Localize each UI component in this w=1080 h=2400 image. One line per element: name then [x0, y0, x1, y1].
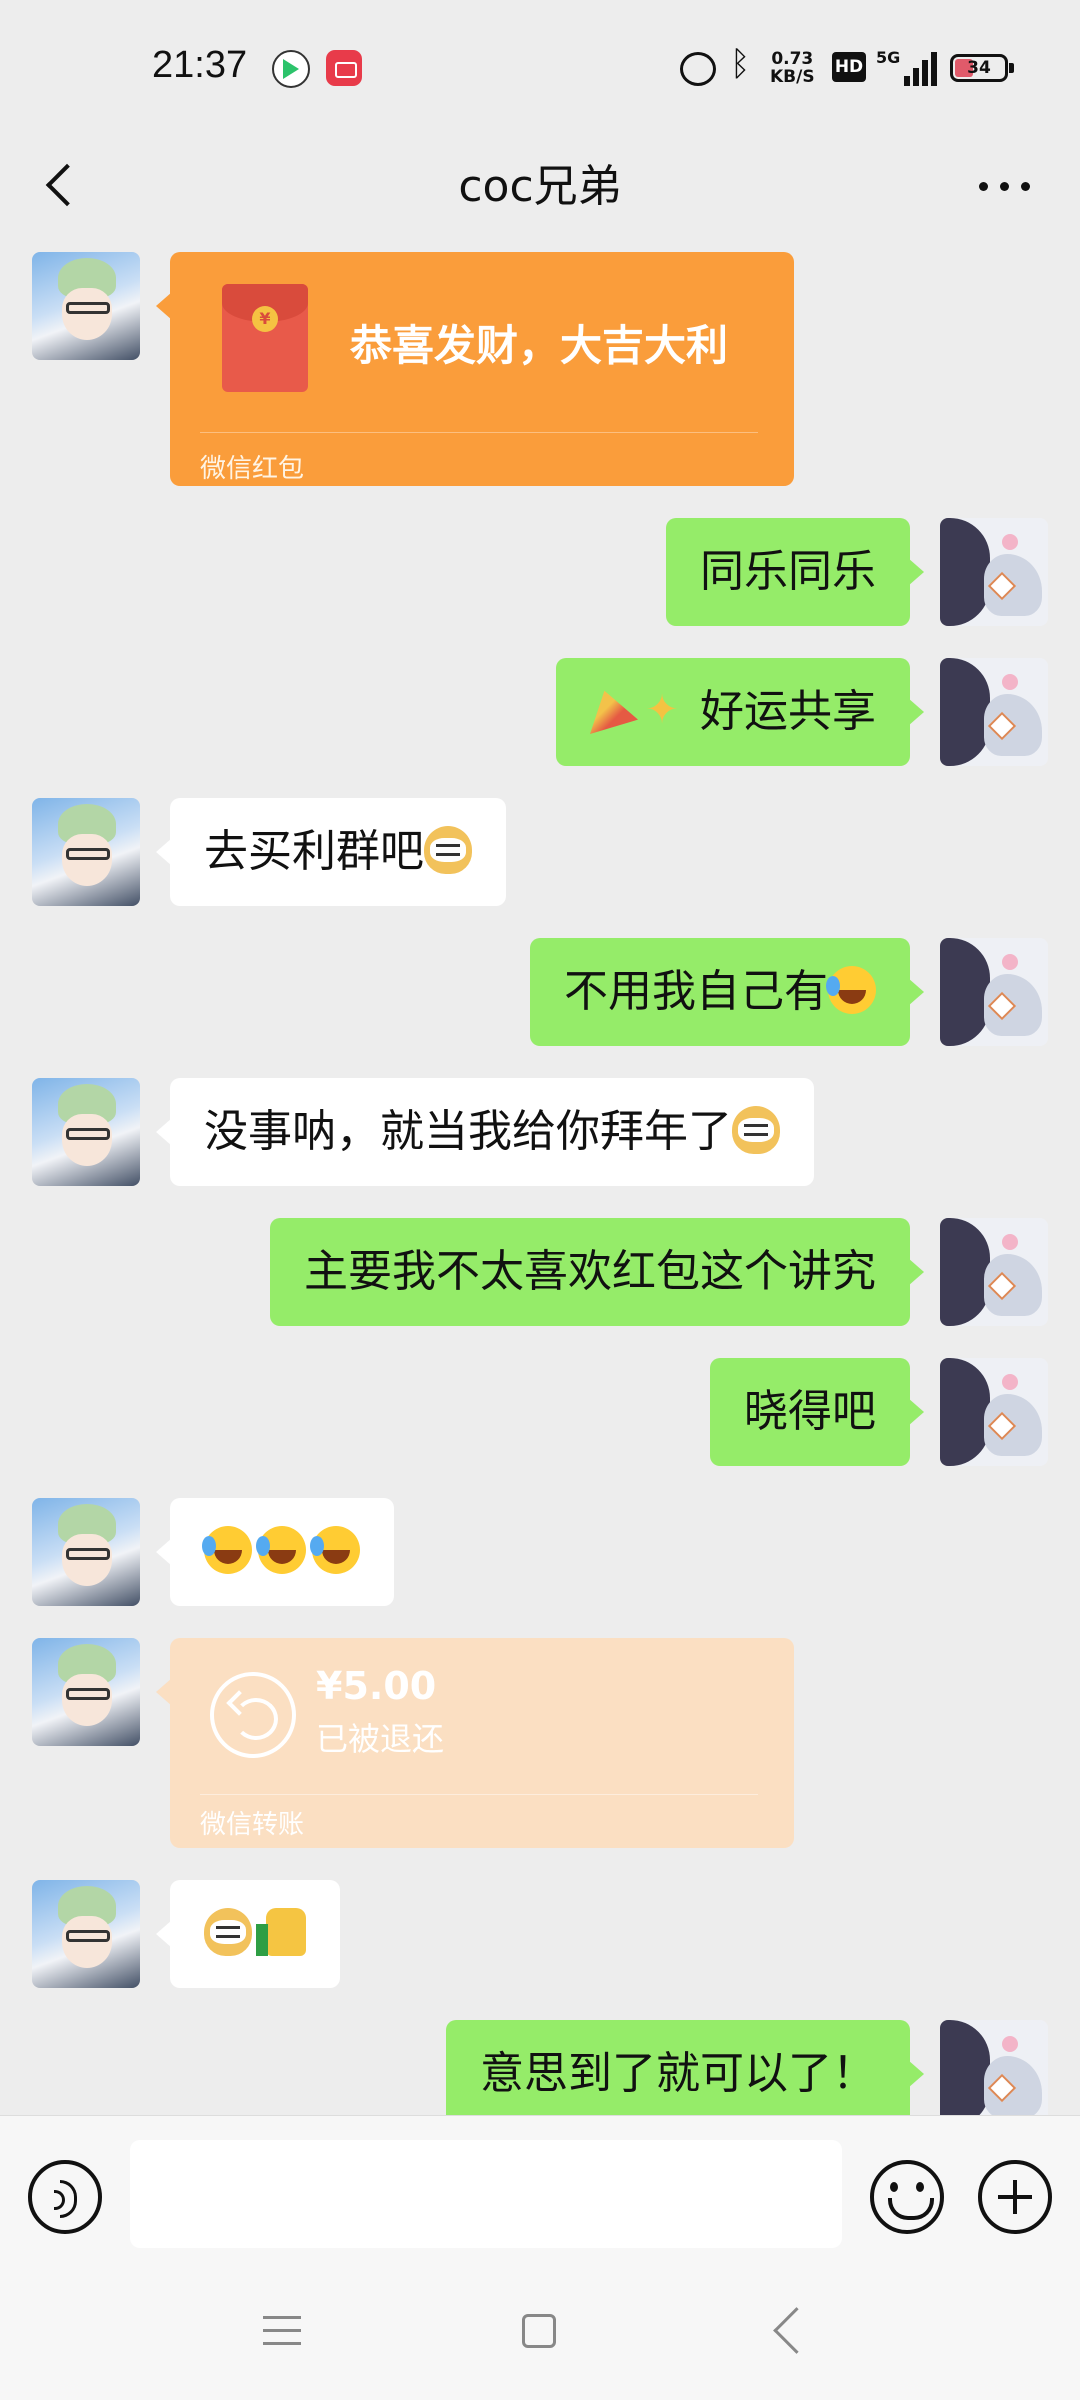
battery-level: 34 [967, 58, 991, 78]
transfer-amount: ¥5.00 [316, 1664, 437, 1708]
laugh-cry-icon [826, 966, 876, 1014]
net-speed-value: 0.73 [771, 49, 814, 69]
video-app-icon [272, 50, 310, 88]
red-packet-icon [222, 284, 308, 392]
contact-avatar[interactable] [32, 252, 140, 360]
contact-avatar[interactable] [32, 798, 140, 906]
alarm-icon [680, 52, 716, 86]
laugh-cry-icon [256, 1526, 306, 1574]
more-icon[interactable] [975, 170, 1035, 200]
divider [200, 432, 758, 433]
sparkles-icon: ✦ [645, 687, 679, 733]
doge-icon [732, 1106, 780, 1154]
message-text: 不用我自己有 [564, 966, 828, 1017]
voice-icon[interactable] [28, 2160, 102, 2234]
status-time: 21:37 [152, 44, 248, 86]
contact-avatar[interactable] [32, 1078, 140, 1186]
self-avatar[interactable] [940, 1218, 1048, 1326]
message-text: 没事呐，就当我给你拜年了 [204, 1106, 732, 1157]
message-text: 主要我不太喜欢红包这个讲究 [304, 1246, 876, 1297]
system-nav-bar [0, 2270, 1080, 2400]
message-input[interactable] [130, 2140, 842, 2248]
transfer-status: 已被退还 [316, 1720, 445, 1758]
screen-record-icon [326, 50, 362, 86]
contact-avatar[interactable] [32, 1880, 140, 1988]
message-bubble[interactable]: 主要我不太喜欢红包这个讲究 [270, 1218, 924, 1326]
net-speed: 0.73 KB/S [770, 50, 815, 94]
message-text: 好运共享 [700, 686, 876, 737]
recent-apps-icon[interactable] [263, 2314, 301, 2348]
transfer-returned-icon [210, 1672, 296, 1758]
divider [200, 1794, 758, 1795]
input-bar [0, 2115, 1080, 2270]
bluetooth-icon: ᛒ [730, 44, 751, 84]
contact-avatar[interactable] [32, 1638, 140, 1746]
message-bubble[interactable]: 去买利群吧 [156, 798, 506, 906]
transfer-message[interactable]: ¥5.00 已被退还 微信转账 [156, 1638, 794, 1848]
signal-icon [900, 52, 937, 86]
emoji-icon[interactable] [870, 2160, 944, 2234]
self-avatar[interactable] [940, 518, 1048, 626]
red-packet-greeting: 恭喜发财，大吉大利 [350, 321, 729, 370]
battery-icon: 34 [950, 54, 1014, 82]
message-bubble[interactable]: 晓得吧 [710, 1358, 924, 1466]
red-packet-label: 微信红包 [200, 454, 305, 484]
status-bar: 21:37 ᛒ 0.73 KB/S HD 5G 34 [0, 0, 1080, 130]
message-bubble[interactable]: 不用我自己有 [530, 938, 924, 1046]
party-popper-icon [590, 690, 638, 734]
net-speed-unit: KB/S [770, 67, 815, 87]
self-avatar[interactable] [940, 938, 1048, 1046]
contact-avatar[interactable] [32, 1498, 140, 1606]
doge-icon [424, 826, 472, 874]
network-type: 5G [876, 48, 901, 67]
home-icon[interactable] [522, 2314, 556, 2348]
message-bubble[interactable]: 没事呐，就当我给你拜年了 [156, 1078, 814, 1186]
laugh-cry-icon [202, 1526, 252, 1574]
doge-icon [204, 1908, 252, 1956]
message-bubble[interactable] [156, 1880, 340, 1988]
chat-title: coc兄弟 [458, 161, 622, 212]
self-avatar[interactable] [940, 2020, 1048, 2115]
message-list[interactable]: 恭喜发财，大吉大利 微信红包 同乐同乐 ✦ 好运共享 去买利群吧 不用我自己有 … [0, 240, 1080, 2115]
message-bubble[interactable]: 意思到了就可以了！ [446, 2020, 924, 2115]
laugh-cry-icon [310, 1526, 360, 1574]
message-text: 同乐同乐 [700, 546, 876, 597]
message-bubble[interactable]: 同乐同乐 [666, 518, 924, 626]
hd-badge: HD [832, 52, 866, 82]
message-text: 晓得吧 [744, 1386, 876, 1437]
plus-icon[interactable] [978, 2160, 1052, 2234]
self-avatar[interactable] [940, 658, 1048, 766]
thumbs-up-icon [256, 1908, 306, 1956]
message-bubble[interactable] [156, 1498, 394, 1606]
self-avatar[interactable] [940, 1358, 1048, 1466]
message-text: 去买利群吧 [204, 826, 424, 877]
message-bubble[interactable]: ✦ 好运共享 [556, 658, 924, 766]
red-packet-message[interactable]: 恭喜发财，大吉大利 微信红包 [156, 252, 794, 486]
transfer-label: 微信转账 [200, 1810, 305, 1840]
chat-header: coc兄弟 [0, 130, 1080, 240]
message-text: 意思到了就可以了！ [480, 2048, 876, 2099]
